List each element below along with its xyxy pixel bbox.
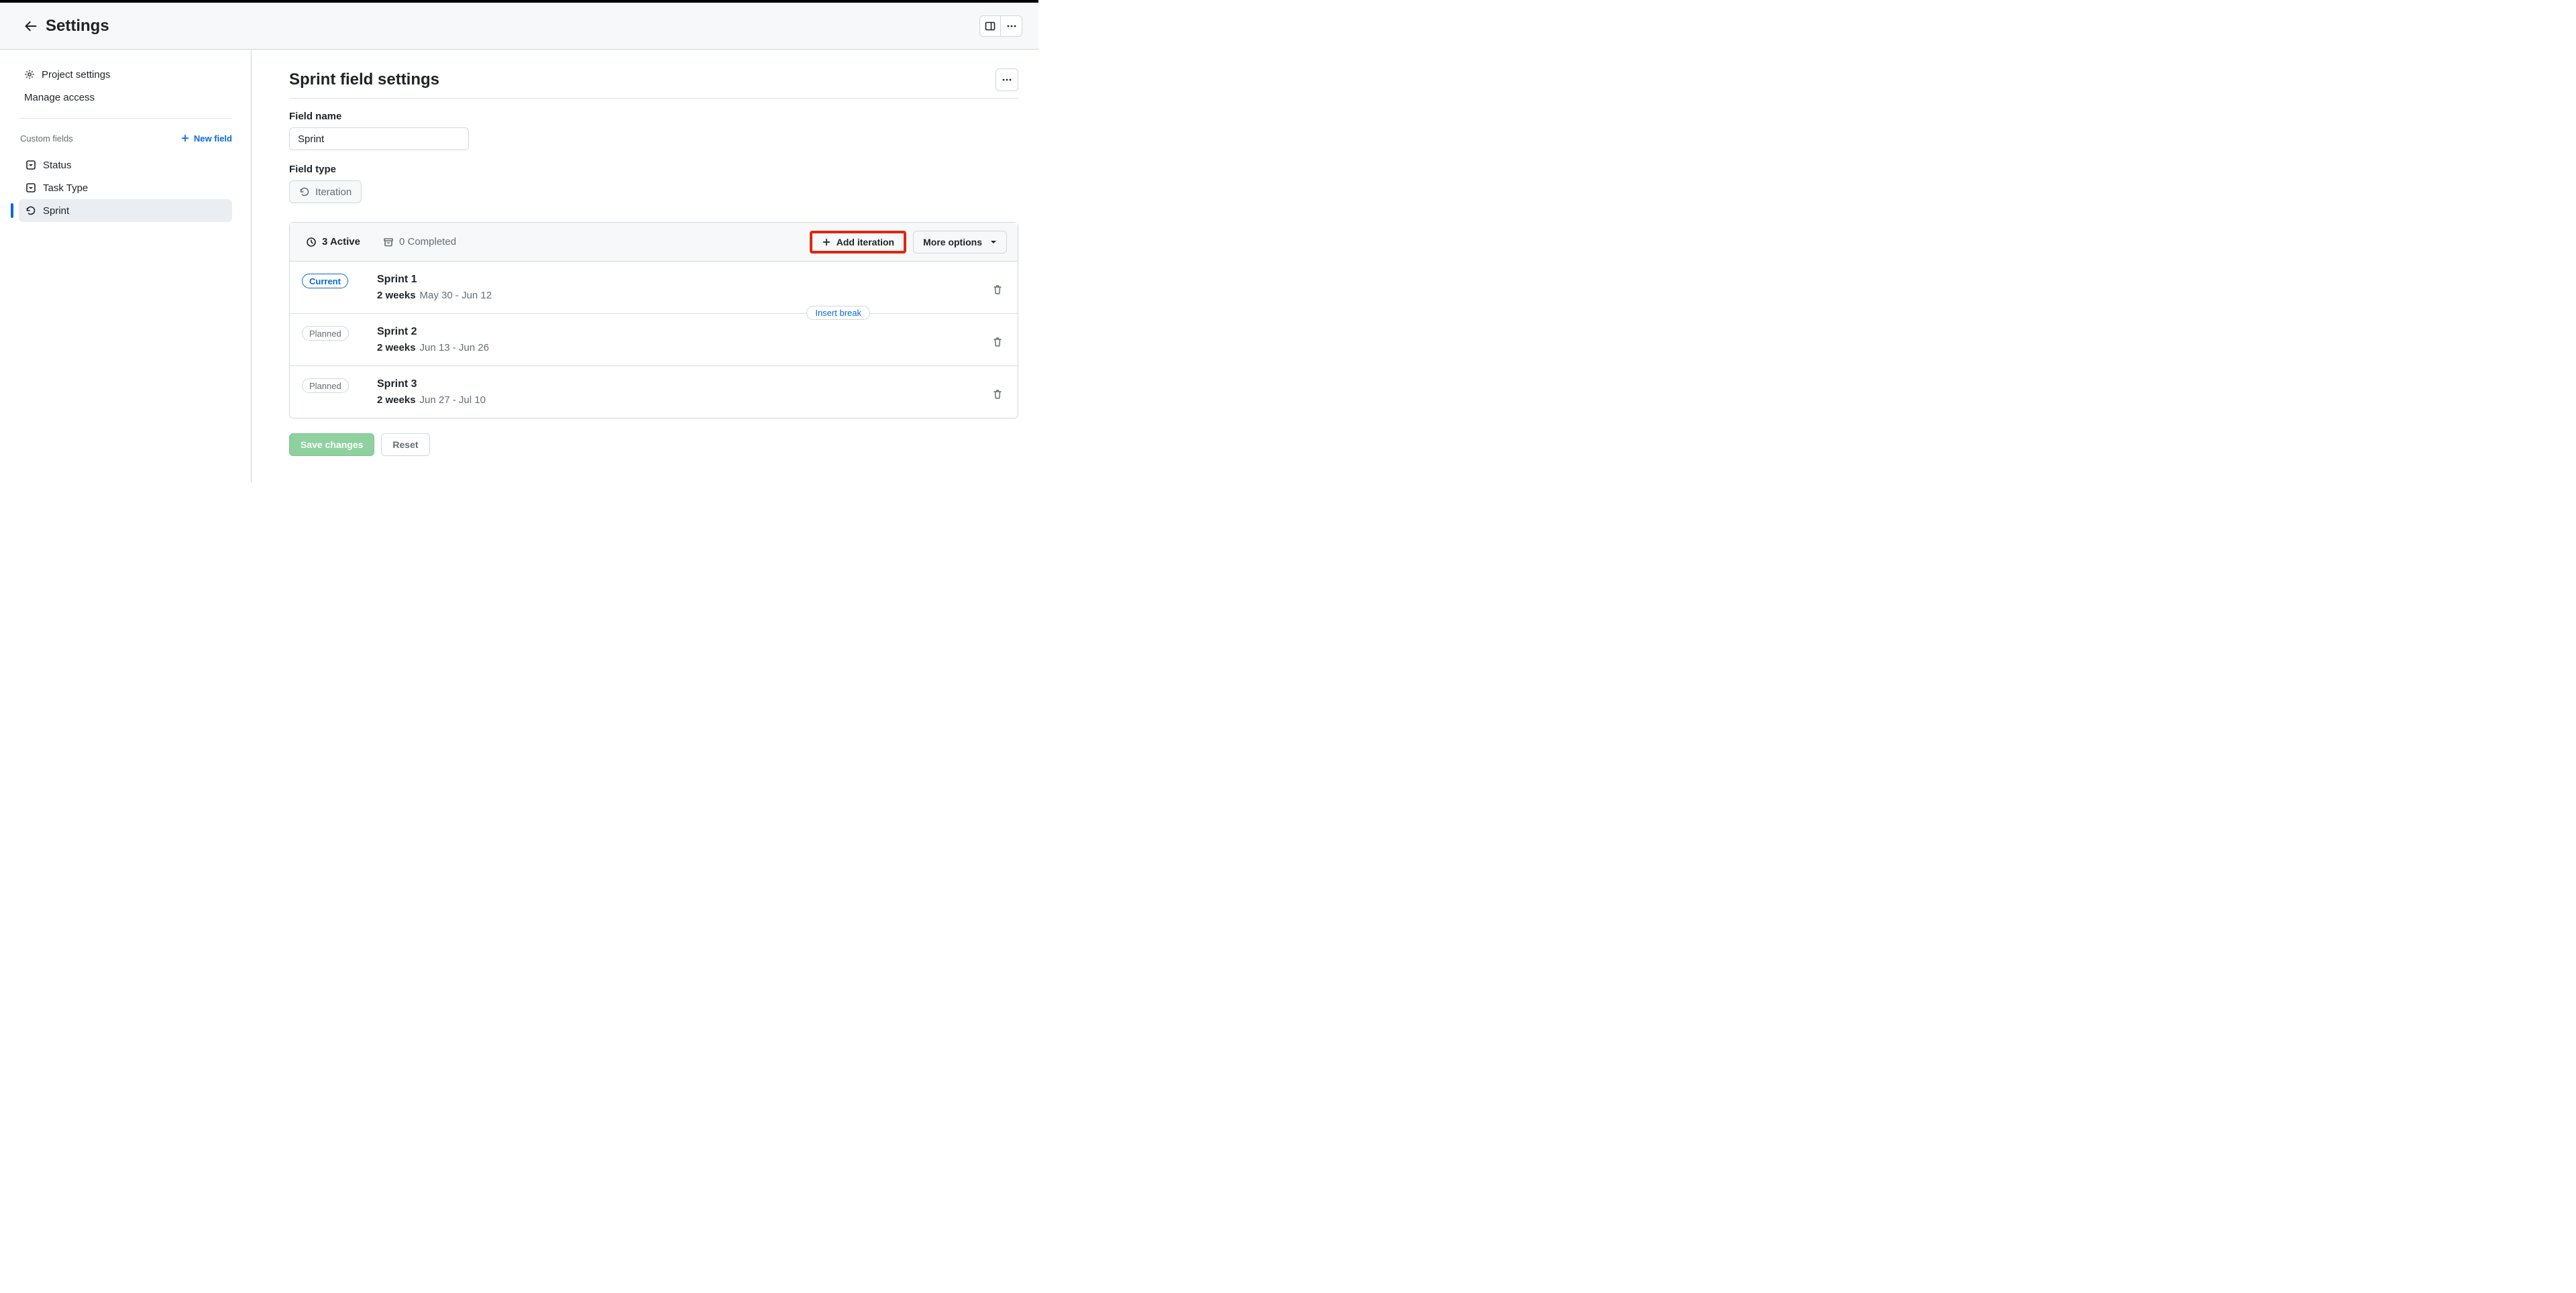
panel-toggle-button[interactable] [979, 15, 1001, 37]
main-kebab-button[interactable] [996, 68, 1018, 91]
topbar-kebab-button[interactable] [1001, 15, 1022, 37]
sidebar: Project settings Manage access Custom fi… [0, 50, 252, 483]
sidebar-field-status[interactable]: Status [19, 154, 232, 176]
field-name-input[interactable] [289, 127, 469, 150]
save-button[interactable]: Save changes [289, 433, 374, 456]
field-icon [25, 160, 36, 170]
gear-icon [24, 69, 35, 80]
new-field-button[interactable]: New field [180, 133, 232, 144]
iteration-range: Jun 13 - Jun 26 [420, 342, 489, 353]
sidebar-field-label: Status [43, 160, 72, 171]
field-name-label: Field name [289, 111, 1018, 122]
sidebar-field-label: Task Type [43, 182, 88, 194]
field-icon [25, 205, 36, 216]
new-field-label: New field [194, 133, 232, 144]
save-label: Save changes [301, 439, 363, 450]
iteration-name[interactable]: Sprint 2 [377, 326, 989, 338]
main-content: Sprint field settings Field name Field t… [252, 50, 1038, 483]
iteration-badge: Planned [302, 378, 349, 393]
iteration-range: Jun 27 - Jul 10 [420, 394, 486, 406]
tab-completed-label: 0 Completed [399, 236, 456, 247]
custom-fields-heading: Custom fields [20, 133, 73, 144]
sidebar-manage-access[interactable]: Manage access [19, 86, 232, 109]
iteration-range: May 30 - Jun 12 [420, 290, 492, 301]
delete-iteration-button[interactable] [989, 282, 1006, 298]
iteration-row: Planned Sprint 3 2 weeks Jun 27 - Jul 10 [290, 366, 1018, 418]
iteration-duration: 2 weeks [377, 394, 416, 406]
clock-icon [306, 237, 317, 247]
insert-break-button[interactable]: Insert break [806, 306, 870, 320]
reset-button[interactable]: Reset [381, 433, 429, 456]
iteration-icon [299, 186, 310, 197]
sidebar-item-label: Project settings [42, 69, 111, 80]
caret-down-icon [990, 239, 997, 245]
field-type-value: Iteration [315, 186, 352, 198]
iteration-name[interactable]: Sprint 1 [377, 274, 989, 286]
field-icon [25, 182, 36, 193]
main-title: Sprint field settings [289, 70, 439, 89]
sidebar-field-label: Sprint [43, 205, 69, 217]
more-options-button[interactable]: More options [913, 231, 1007, 254]
iteration-badge: Planned [302, 326, 349, 341]
iteration-duration: 2 weeks [377, 342, 416, 353]
delete-iteration-button[interactable] [989, 334, 1006, 350]
plus-icon [180, 133, 190, 143]
field-type-pill: Iteration [289, 180, 362, 203]
tab-active[interactable]: 3 Active [301, 223, 366, 261]
sidebar-field-task-type[interactable]: Task Type [19, 176, 232, 199]
iteration-row: Current Sprint 1 2 weeks May 30 - Jun 12 [290, 262, 1018, 314]
add-iteration-button[interactable]: Add iteration [810, 231, 906, 254]
sidebar-field-sprint[interactable]: Sprint [19, 199, 232, 222]
iteration-row: Insert breakPlannedSprint 22 weeksJun 13… [290, 314, 1018, 366]
back-arrow-icon[interactable] [24, 19, 38, 33]
divider [19, 118, 232, 119]
archive-icon [383, 237, 394, 247]
tab-completed[interactable]: 0 Completed [378, 223, 462, 261]
iteration-badge: Current [302, 274, 348, 288]
field-type-label: Field type [289, 164, 1018, 175]
tab-active-label: 3 Active [322, 236, 360, 247]
sidebar-item-label: Manage access [24, 92, 95, 103]
more-options-label: More options [923, 237, 982, 247]
iteration-panel: 3 Active 0 Completed Add iteration [289, 222, 1018, 418]
add-iteration-label: Add iteration [837, 237, 894, 247]
iteration-name[interactable]: Sprint 3 [377, 378, 989, 390]
topbar: Settings [0, 3, 1038, 50]
page-title: Settings [46, 17, 109, 36]
iteration-duration: 2 weeks [377, 290, 416, 301]
sidebar-project-settings[interactable]: Project settings [19, 63, 232, 86]
plus-icon [822, 237, 831, 247]
delete-iteration-button[interactable] [989, 386, 1006, 402]
reset-label: Reset [392, 439, 418, 450]
